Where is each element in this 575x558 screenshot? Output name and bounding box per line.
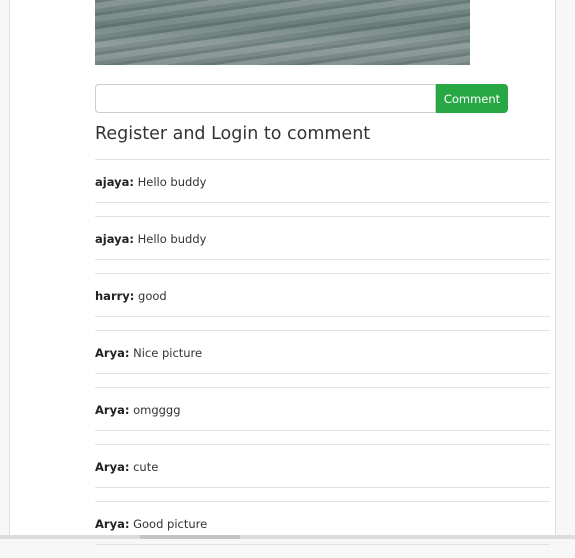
login-prompt: Register and Login to comment <box>95 124 371 144</box>
horizontal-scrollbar[interactable] <box>0 535 575 539</box>
comment-item: Arya: cute <box>95 444 550 488</box>
comment-user: Arya: <box>95 346 130 360</box>
comment-text: cute <box>133 460 159 474</box>
comment-item: Arya: Nice picture <box>95 330 550 374</box>
comment-user: Arya: <box>95 517 130 531</box>
comment-item: ajaya: Hello buddy <box>95 159 550 203</box>
comment-user: Arya: <box>95 403 130 417</box>
comment-item: harry: good <box>95 273 550 317</box>
comment-input[interactable] <box>95 84 436 113</box>
comment-list: ajaya: Hello buddy ajaya: Hello buddy ha… <box>95 159 550 558</box>
comment-user: harry: <box>95 289 135 303</box>
comment-item: Arya: omgggg <box>95 387 550 431</box>
comment-text: good <box>138 289 167 303</box>
comment-user: Arya: <box>95 460 130 474</box>
comment-text: Good picture <box>133 517 208 531</box>
post-card: Comment Register and Login to comment aj… <box>9 0 556 545</box>
comment-item: ajaya: Hello buddy <box>95 216 550 260</box>
comment-button[interactable]: Comment <box>436 84 508 113</box>
post-image <box>95 0 470 65</box>
comment-user: ajaya: <box>95 175 134 189</box>
comment-text: omgggg <box>133 403 181 417</box>
scrollbar-thumb[interactable] <box>140 535 240 539</box>
comment-text: Hello buddy <box>137 175 207 189</box>
comment-user: ajaya: <box>95 232 134 246</box>
comment-text: Nice picture <box>133 346 203 360</box>
comment-text: Hello buddy <box>137 232 207 246</box>
